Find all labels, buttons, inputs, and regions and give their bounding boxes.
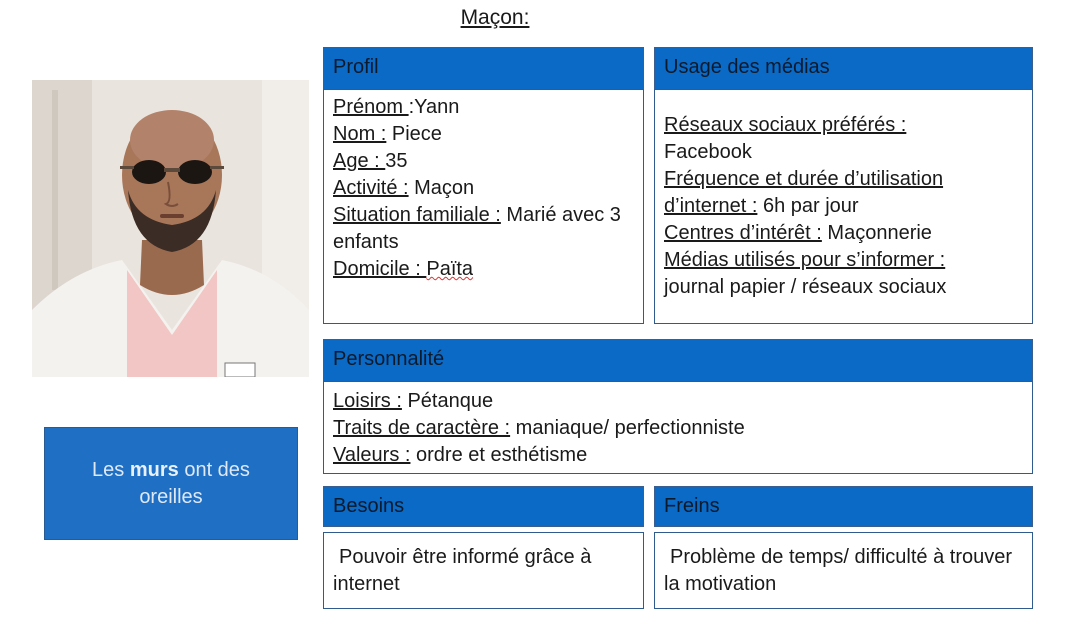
prenom-line: Prénom :Yann bbox=[333, 94, 643, 121]
nom-value: Piece bbox=[386, 123, 442, 145]
portrait-illustration bbox=[32, 80, 309, 377]
activite-label: Activité : bbox=[333, 177, 409, 199]
freins-header: Freins bbox=[654, 486, 1033, 527]
activite-value: Maçon bbox=[408, 177, 475, 199]
nom-line: Nom : Piece bbox=[333, 121, 643, 148]
reseaux-label: Réseaux sociaux préférés : bbox=[664, 114, 907, 136]
quote-bold: murs bbox=[129, 458, 179, 481]
age-line: Age : 35 bbox=[333, 148, 643, 175]
prenom-value: :Yann bbox=[408, 96, 460, 118]
domicile-line: Domicile : Païta bbox=[333, 256, 643, 283]
traits-label: Traits de caractère : bbox=[333, 417, 511, 439]
traits-value: maniaque/ perfectionniste bbox=[510, 417, 745, 439]
centres-value: Maçonnerie bbox=[821, 222, 932, 244]
medias-label: Médias utilisés pour s’informer : bbox=[664, 249, 946, 271]
activite-line: Activité : Maçon bbox=[333, 175, 643, 202]
personnalite-header: Personnalité bbox=[323, 339, 1033, 382]
besoins-text: Pouvoir être informé grâce à internet bbox=[333, 546, 592, 595]
prenom-label: Prénom bbox=[333, 96, 409, 118]
centres-line: Centres d’intérêt : Maçonnerie bbox=[664, 220, 1022, 247]
frequence-value: 6h par jour bbox=[757, 195, 859, 217]
situation-label: Situation familiale : bbox=[333, 204, 501, 226]
besoins-header: Besoins bbox=[323, 486, 644, 527]
freins-text: Problème de temps/ difficulté à trouver … bbox=[664, 546, 1013, 595]
medias-value: journal papier / réseaux sociaux bbox=[664, 276, 947, 298]
besoins-box: Pouvoir être informé grâce à internet bbox=[323, 532, 644, 609]
freins-box: Problème de temps/ difficulté à trouver … bbox=[654, 532, 1033, 609]
loisirs-line: Loisirs : Pétanque bbox=[333, 388, 1032, 415]
reseaux-value: Facebook bbox=[664, 141, 752, 163]
age-label: Age : bbox=[333, 150, 386, 172]
traits-line: Traits de caractère : maniaque/ perfecti… bbox=[333, 415, 1032, 442]
valeurs-label: Valeurs : bbox=[333, 444, 411, 466]
portrait-photo bbox=[32, 80, 309, 377]
nom-label: Nom : bbox=[333, 123, 387, 145]
medias-header: Usage des médias bbox=[654, 47, 1033, 90]
situation-line: Situation familiale : Marié avec 3 enfan… bbox=[333, 202, 643, 256]
page-title: Maçon: bbox=[460, 6, 530, 29]
personnalite-box: Loisirs : Pétanque Traits de caractère :… bbox=[323, 381, 1033, 474]
centres-label: Centres d’intérêt : bbox=[664, 222, 822, 244]
quote-before: Les bbox=[92, 458, 130, 481]
frequence-line: Fréquence et durée d’utilisation d’inter… bbox=[664, 166, 1022, 220]
valeurs-value: ordre et esthétisme bbox=[410, 444, 588, 466]
medias-box: Réseaux sociaux préférés : Facebook Fréq… bbox=[654, 89, 1033, 324]
age-value: 35 bbox=[385, 150, 408, 172]
quote-box: Les murs ont des oreilles bbox=[44, 427, 298, 540]
loisirs-value: Pétanque bbox=[401, 390, 494, 412]
profil-box: Prénom :Yann Nom : Piece Age : 35 Activi… bbox=[323, 89, 644, 324]
quote-text: Les murs ont des oreilles bbox=[59, 457, 283, 511]
profil-header: Profil bbox=[323, 47, 644, 90]
valeurs-line: Valeurs : ordre et esthétisme bbox=[333, 442, 1032, 469]
domicile-value: Païta bbox=[426, 258, 474, 280]
loisirs-label: Loisirs : bbox=[333, 390, 402, 412]
domicile-label: Domicile : bbox=[333, 258, 427, 280]
